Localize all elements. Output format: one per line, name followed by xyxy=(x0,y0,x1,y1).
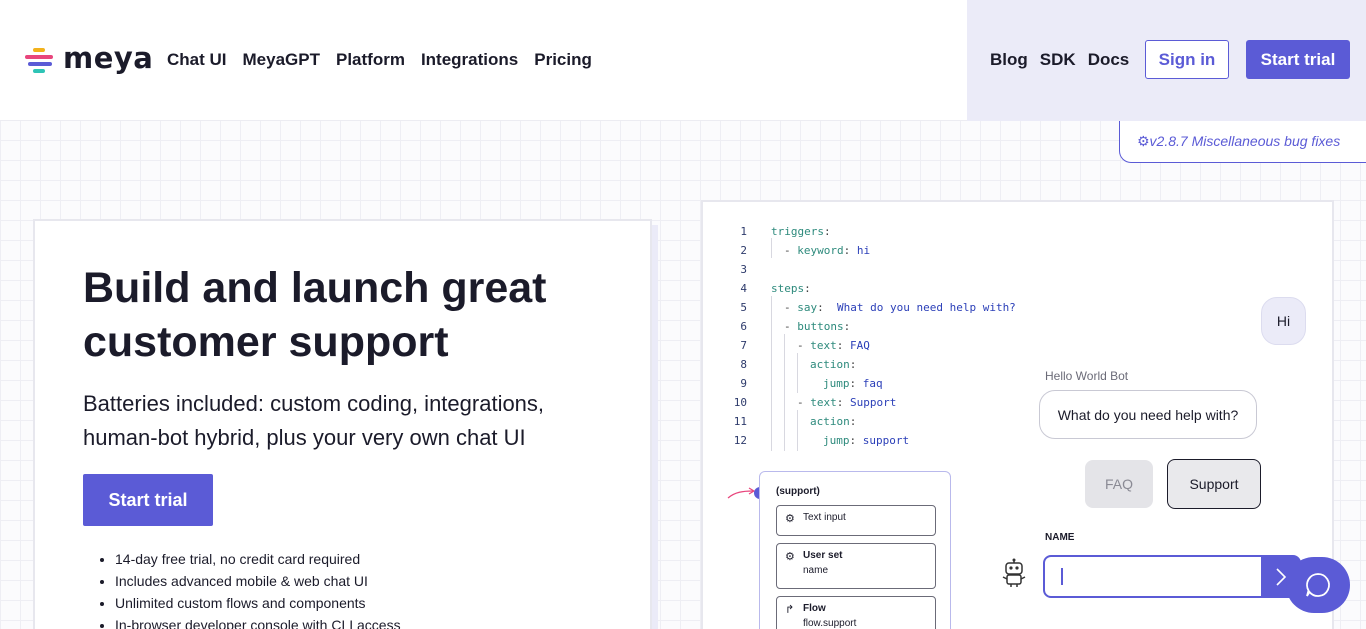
component-icon: ⚙ xyxy=(785,513,795,525)
flow-diagram: (support) ⚙ Text input ⚙ User set name ↱… xyxy=(759,471,951,629)
bot-name: Hello World Bot xyxy=(1045,369,1129,383)
nav-chat-ui[interactable]: Chat UI xyxy=(167,50,227,70)
list-item: Unlimited custom flows and components xyxy=(115,592,401,614)
line-number: 10 xyxy=(733,396,747,409)
logo-wordmark: meya xyxy=(63,41,154,75)
code-text: steps: xyxy=(771,282,811,295)
code-text: action: xyxy=(810,358,857,371)
logo-icon xyxy=(25,46,55,74)
nav-pricing[interactable]: Pricing xyxy=(534,50,592,70)
quick-reply-faq[interactable]: FAQ xyxy=(1085,460,1153,508)
line-number: 7 xyxy=(740,339,747,352)
code-text: - text: Support xyxy=(797,396,897,409)
nav-meyagpt[interactable]: MeyaGPT xyxy=(243,50,320,70)
list-item: In-browser developer console with CLI ac… xyxy=(115,614,401,629)
chat-launcher-button[interactable] xyxy=(1286,557,1350,613)
code-text: - say: What do you need help with? xyxy=(784,301,1016,314)
line-number: 8 xyxy=(740,358,747,371)
hero-subtitle: Batteries included: custom coding, integ… xyxy=(83,391,545,450)
nav-integrations[interactable]: Integrations xyxy=(421,50,518,70)
bot-message-bubble: What do you need help with? xyxy=(1039,390,1257,439)
nav-blog[interactable]: Blog xyxy=(990,50,1028,70)
line-number: 9 xyxy=(740,377,747,390)
sign-in-button[interactable]: Sign in xyxy=(1145,40,1229,79)
flow-label: (support) xyxy=(776,486,820,497)
nav-docs[interactable]: Docs xyxy=(1088,50,1130,70)
line-number: 12 xyxy=(733,434,747,447)
user-message-bubble: Hi xyxy=(1261,297,1306,345)
node-detail: flow.support xyxy=(803,618,857,629)
nav-platform[interactable]: Platform xyxy=(336,50,405,70)
flow-jump-icon: ↱ xyxy=(785,604,795,616)
connector-arrow-icon xyxy=(727,487,756,499)
demo-panel: 1 triggers: 2 - keyword: hi 3 4 steps: 5 - say: … xyxy=(701,200,1334,629)
site-header: meya Chat UI MeyaGPT Platform Integratio… xyxy=(0,0,1366,121)
line-number: 3 xyxy=(740,263,747,276)
name-field-label: NAME xyxy=(1045,532,1075,543)
release-banner[interactable]: ⚙v2.8.7 Miscellaneous bug fixes xyxy=(1119,121,1366,163)
flow-node-flow[interactable]: ↱ Flow flow.support xyxy=(776,596,936,629)
robot-avatar-icon xyxy=(1002,558,1026,587)
line-number: 5 xyxy=(740,301,747,314)
line-number: 1 xyxy=(740,225,747,238)
code-text: action: xyxy=(810,415,857,428)
flow-node-text-input[interactable]: ⚙ Text input xyxy=(776,505,936,536)
code-text: jump: support xyxy=(823,434,910,447)
hero-card: Build and launch great customer support … xyxy=(33,219,652,629)
line-number: 2 xyxy=(740,244,747,257)
start-trial-header-button[interactable]: Start trial xyxy=(1246,40,1350,79)
quick-reply-support[interactable]: Support xyxy=(1167,459,1261,509)
meya-logo[interactable]: meya xyxy=(25,41,153,78)
node-title: Flow xyxy=(803,603,826,614)
code-text: jump: faq xyxy=(823,377,883,390)
flow-node-user-set[interactable]: ⚙ User set name xyxy=(776,543,936,589)
line-number: 4 xyxy=(740,282,747,295)
hero-title: Build and launch great customer support xyxy=(83,264,547,366)
list-item: Includes advanced mobile & web chat UI xyxy=(115,570,401,592)
code-text: triggers: xyxy=(771,225,831,238)
name-input[interactable] xyxy=(1043,555,1263,598)
nav-sdk[interactable]: SDK xyxy=(1040,50,1076,70)
feature-list: 14-day free trial, no credit card requir… xyxy=(115,548,401,629)
node-detail: name xyxy=(803,565,829,576)
secondary-nav: Blog SDK Docs xyxy=(990,50,1129,70)
code-text: - text: FAQ xyxy=(797,339,870,352)
code-text: - buttons: xyxy=(784,320,851,333)
chat-bubble-icon xyxy=(1306,573,1330,597)
start-trial-button[interactable]: Start trial xyxy=(83,474,213,526)
node-title: User set xyxy=(803,550,843,561)
main-nav: Chat UI MeyaGPT Platform Integrations Pr… xyxy=(167,50,592,70)
code-text: - keyword: hi xyxy=(784,244,871,257)
line-number: 6 xyxy=(740,320,747,333)
component-icon: ⚙ xyxy=(785,551,795,563)
line-number: 11 xyxy=(733,415,747,428)
node-title: Text input xyxy=(803,512,846,523)
list-item: 14-day free trial, no credit card requir… xyxy=(115,548,401,570)
